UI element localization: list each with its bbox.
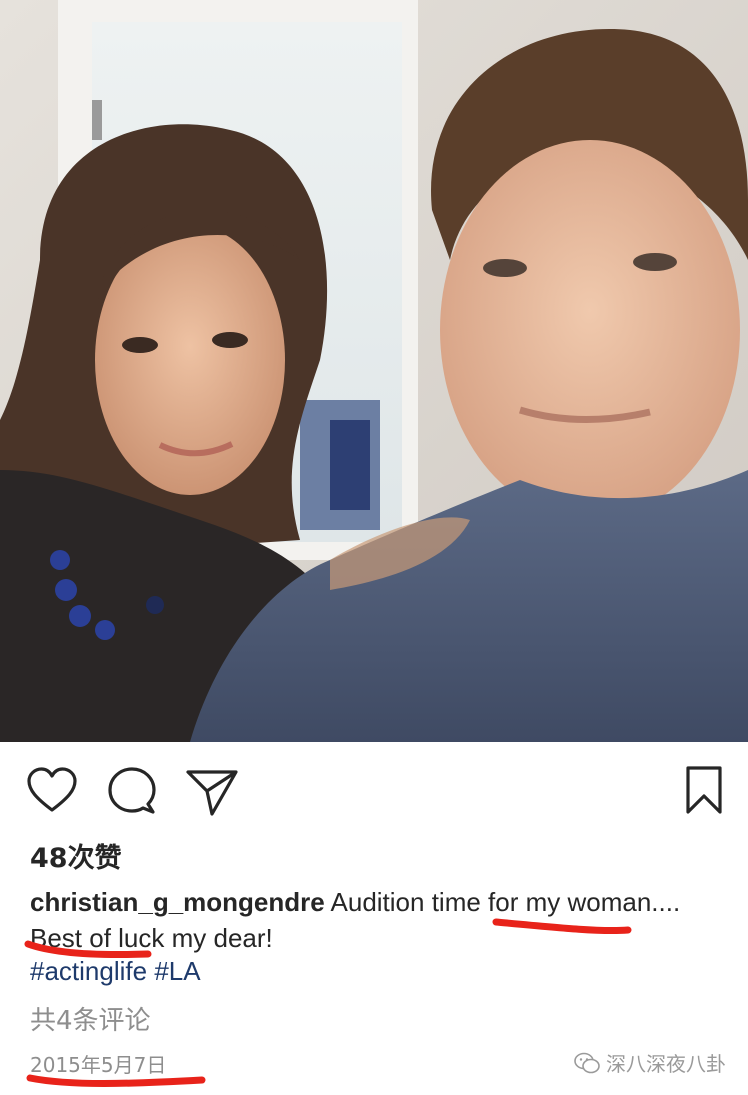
watermark: 深八深夜八卦 [574,1048,726,1077]
save-button[interactable] [676,764,732,820]
heart-icon [27,767,77,812]
comment-button[interactable] [104,764,160,820]
paper-plane-icon [186,770,238,816]
share-button[interactable] [184,764,240,820]
post-action-bar [0,764,748,820]
bookmark-icon [686,766,722,814]
view-comments-link[interactable]: 共4条评论 [30,1000,151,1037]
post-caption: christian_g_mongendre Audition time for … [30,884,720,956]
underline-date [26,1074,206,1087]
like-count[interactable]: 48次赞 [30,836,122,875]
comment-bubble-icon [108,767,156,814]
hashtag-actinglife[interactable]: #actinglife [30,956,147,986]
like-button[interactable] [24,764,80,820]
hashtag-la[interactable]: #LA [154,956,200,986]
watermark-text: 深八深夜八卦 [606,1052,726,1076]
post-date: 2015年5月7日 [30,1053,167,1077]
wechat-logo-icon [574,1052,600,1073]
post-photo[interactable] [0,0,748,742]
caption-username[interactable]: christian_g_mongendre [30,887,325,917]
hashtag-line: #actinglife #LA [30,953,201,989]
selfie-photo-illustration [0,0,748,742]
